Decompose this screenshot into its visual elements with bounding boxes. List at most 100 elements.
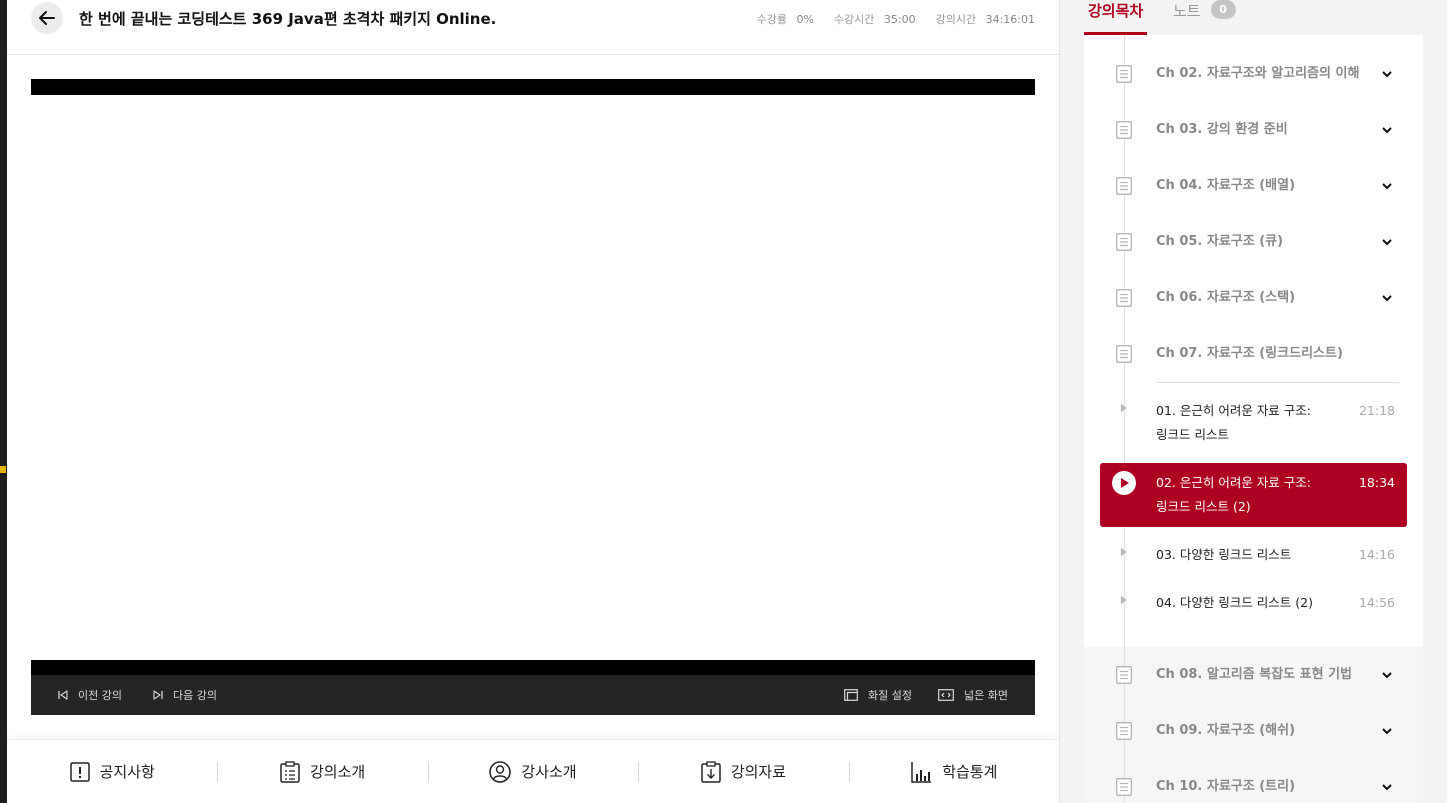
quality-icon	[844, 689, 858, 701]
user-icon	[489, 760, 512, 783]
player-controls: 이전 강의 다음 강의 화질 설정 넓은 화면	[31, 675, 1035, 715]
letterbox-bottom	[31, 660, 1035, 675]
chevron-down-icon	[1382, 183, 1392, 190]
stat-progress: 수강률 0%	[757, 11, 814, 27]
chevron-down-icon	[1382, 295, 1392, 302]
tab-notes[interactable]: 노트 0	[1173, 0, 1236, 35]
chapter-title: Ch 06. 자료구조 (스택)	[1156, 290, 1296, 305]
chapter-title: Ch 10. 자료구조 (트리)	[1156, 779, 1296, 794]
prev-lecture-button[interactable]: 이전 강의	[58, 675, 122, 715]
notes-count-badge: 0	[1210, 0, 1236, 19]
video-player[interactable]: 이전 강의 다음 강의 화질 설정 넓은 화면	[31, 79, 1035, 715]
chapter-item[interactable]: Ch 04. 자료구조 (배열)	[1084, 158, 1423, 214]
document-icon	[1116, 233, 1132, 251]
bottom-menu: 공지사항 강의소개 강사소개 강의자료 학습통계	[7, 739, 1059, 803]
lesson-duration: 14:56	[1358, 595, 1395, 610]
stat-value: 35:00	[883, 13, 916, 26]
lesson-title: 01. 은근히 어려운 자료 구조: 링크드 리스트	[1156, 403, 1311, 442]
left-edge-strip	[0, 0, 7, 803]
chapter-title: Ch 07. 자료구조 (링크드리스트)	[1156, 346, 1343, 361]
document-icon	[1116, 722, 1132, 740]
stats-icon	[911, 761, 932, 783]
lesson-item-current[interactable]: 02. 은근히 어려운 자료 구조: 링크드 리스트 (2) 18:34	[1100, 463, 1407, 527]
menu-materials-label: 강의자료	[730, 763, 787, 781]
tab-notes-label: 노트	[1173, 2, 1201, 20]
document-icon	[1116, 177, 1132, 195]
course-stats: 수강률 0% 수강시간 35:00 강의시간 34:16:01	[757, 11, 1035, 27]
play-icon	[1121, 596, 1127, 604]
lesson-item[interactable]: 01. 은근히 어려운 자료 구조: 링크드 리스트 21:18	[1100, 399, 1407, 449]
menu-materials[interactable]: 강의자료	[638, 740, 848, 803]
chapter-item[interactable]: Ch 10. 자료구조 (트리)	[1084, 759, 1423, 803]
lesson-title: 02. 은근히 어려운 자료 구조: 링크드 리스트 (2)	[1156, 475, 1311, 514]
lesson-item[interactable]: 04. 다양한 링크드 리스트 (2) 14:56	[1100, 591, 1407, 617]
wide-screen-label: 넓은 화면	[964, 689, 1008, 702]
wide-screen-button[interactable]: 넓은 화면	[938, 675, 1008, 715]
arrow-left-icon	[39, 11, 55, 25]
chapter-title: Ch 05. 자료구조 (큐)	[1156, 234, 1284, 249]
course-header: 한 번에 끝내는 코딩테스트 369 Java편 초격차 패키지 Online.…	[7, 0, 1059, 55]
chapter-item[interactable]: Ch 06. 자료구조 (스택)	[1084, 270, 1423, 326]
back-button[interactable]	[31, 2, 63, 34]
prev-lecture-label: 이전 강의	[78, 689, 122, 702]
chevron-down-icon	[1382, 728, 1392, 735]
document-icon	[1116, 666, 1132, 684]
menu-course-intro-label: 강의소개	[310, 763, 366, 781]
menu-statistics-label: 학습통계	[942, 763, 998, 781]
menu-course-intro[interactable]: 강의소개	[217, 740, 427, 803]
chapter-title: Ch 08. 알고리즘 복잡도 표현 기법	[1156, 667, 1353, 682]
play-icon	[1121, 548, 1127, 556]
document-icon	[1116, 345, 1132, 363]
chapter-title: Ch 03. 강의 환경 준비	[1156, 122, 1288, 137]
chapter-item-open[interactable]: Ch 07. 자료구조 (링크드리스트)	[1084, 326, 1423, 382]
chapter-item[interactable]: Ch 05. 자료구조 (큐)	[1084, 214, 1423, 270]
document-icon	[1116, 121, 1132, 139]
chevron-down-icon	[1382, 239, 1392, 246]
stat-label: 수강시간	[833, 13, 875, 26]
next-lecture-label: 다음 강의	[173, 689, 217, 702]
chevron-down-icon	[1382, 127, 1392, 134]
menu-notice[interactable]: 공지사항	[7, 740, 217, 803]
skip-previous-icon	[58, 690, 68, 700]
course-title: 한 번에 끝내는 코딩테스트 369 Java편 초격차 패키지 Online.	[79, 10, 497, 28]
quality-settings-label: 화질 설정	[868, 689, 912, 702]
stat-lecture-time: 강의시간 34:16:01	[936, 11, 1035, 27]
stat-value: 34:16:01	[985, 13, 1035, 26]
chapter-item[interactable]: Ch 08. 알고리즘 복잡도 표현 기법	[1084, 647, 1423, 703]
chevron-down-icon	[1382, 784, 1392, 791]
download-doc-icon	[701, 760, 721, 783]
quality-settings-button[interactable]: 화질 설정	[844, 675, 912, 715]
lesson-title: 04. 다양한 링크드 리스트 (2)	[1156, 595, 1313, 610]
lesson-item[interactable]: 03. 다양한 링크드 리스트 14:16	[1100, 543, 1407, 569]
next-lecture-button[interactable]: 다음 강의	[153, 675, 217, 715]
play-icon	[1121, 404, 1127, 412]
chapter-item[interactable]: Ch 09. 자료구조 (해쉬)	[1084, 703, 1423, 759]
chapter-title: Ch 09. 자료구조 (해쉬)	[1156, 723, 1296, 738]
chevron-down-icon	[1382, 672, 1392, 679]
menu-statistics[interactable]: 학습통계	[848, 740, 1059, 803]
lesson-duration: 18:34	[1358, 475, 1395, 490]
lesson-duration: 21:18	[1358, 403, 1395, 418]
chapter-item[interactable]: Ch 03. 강의 환경 준비	[1084, 102, 1423, 158]
chapter-title: Ch 02. 자료구조와 알고리즘의 이해	[1156, 66, 1360, 81]
chapter-item[interactable]: Ch 02. 자료구조와 알고리즘의 이해	[1084, 46, 1423, 102]
chapter-separator	[1156, 382, 1399, 383]
app-window: 한 번에 끝내는 코딩테스트 369 Java편 초격차 패키지 Online.…	[0, 0, 1447, 803]
menu-instructor-label: 강사소개	[521, 763, 577, 781]
edge-marker	[0, 466, 6, 473]
stat-value: 0%	[796, 13, 814, 26]
menu-instructor[interactable]: 강사소개	[427, 740, 638, 803]
document-icon	[1116, 65, 1132, 83]
panel-tabs: 강의목차 노트 0	[1084, 0, 1423, 35]
letterbox-top	[31, 79, 1035, 95]
tab-curriculum[interactable]: 강의목차	[1084, 0, 1147, 35]
chevron-down-icon	[1382, 71, 1392, 78]
stat-watch-time: 수강시간 35:00	[834, 11, 916, 27]
notice-icon	[69, 761, 90, 782]
chapter-title: Ch 04. 자료구조 (배열)	[1156, 178, 1296, 193]
stat-label: 강의시간	[935, 13, 977, 26]
lesson-title: 03. 다양한 링크드 리스트	[1156, 547, 1292, 562]
stat-label: 수강률	[756, 13, 787, 26]
skip-next-icon	[153, 690, 163, 700]
document-icon	[1116, 289, 1132, 307]
